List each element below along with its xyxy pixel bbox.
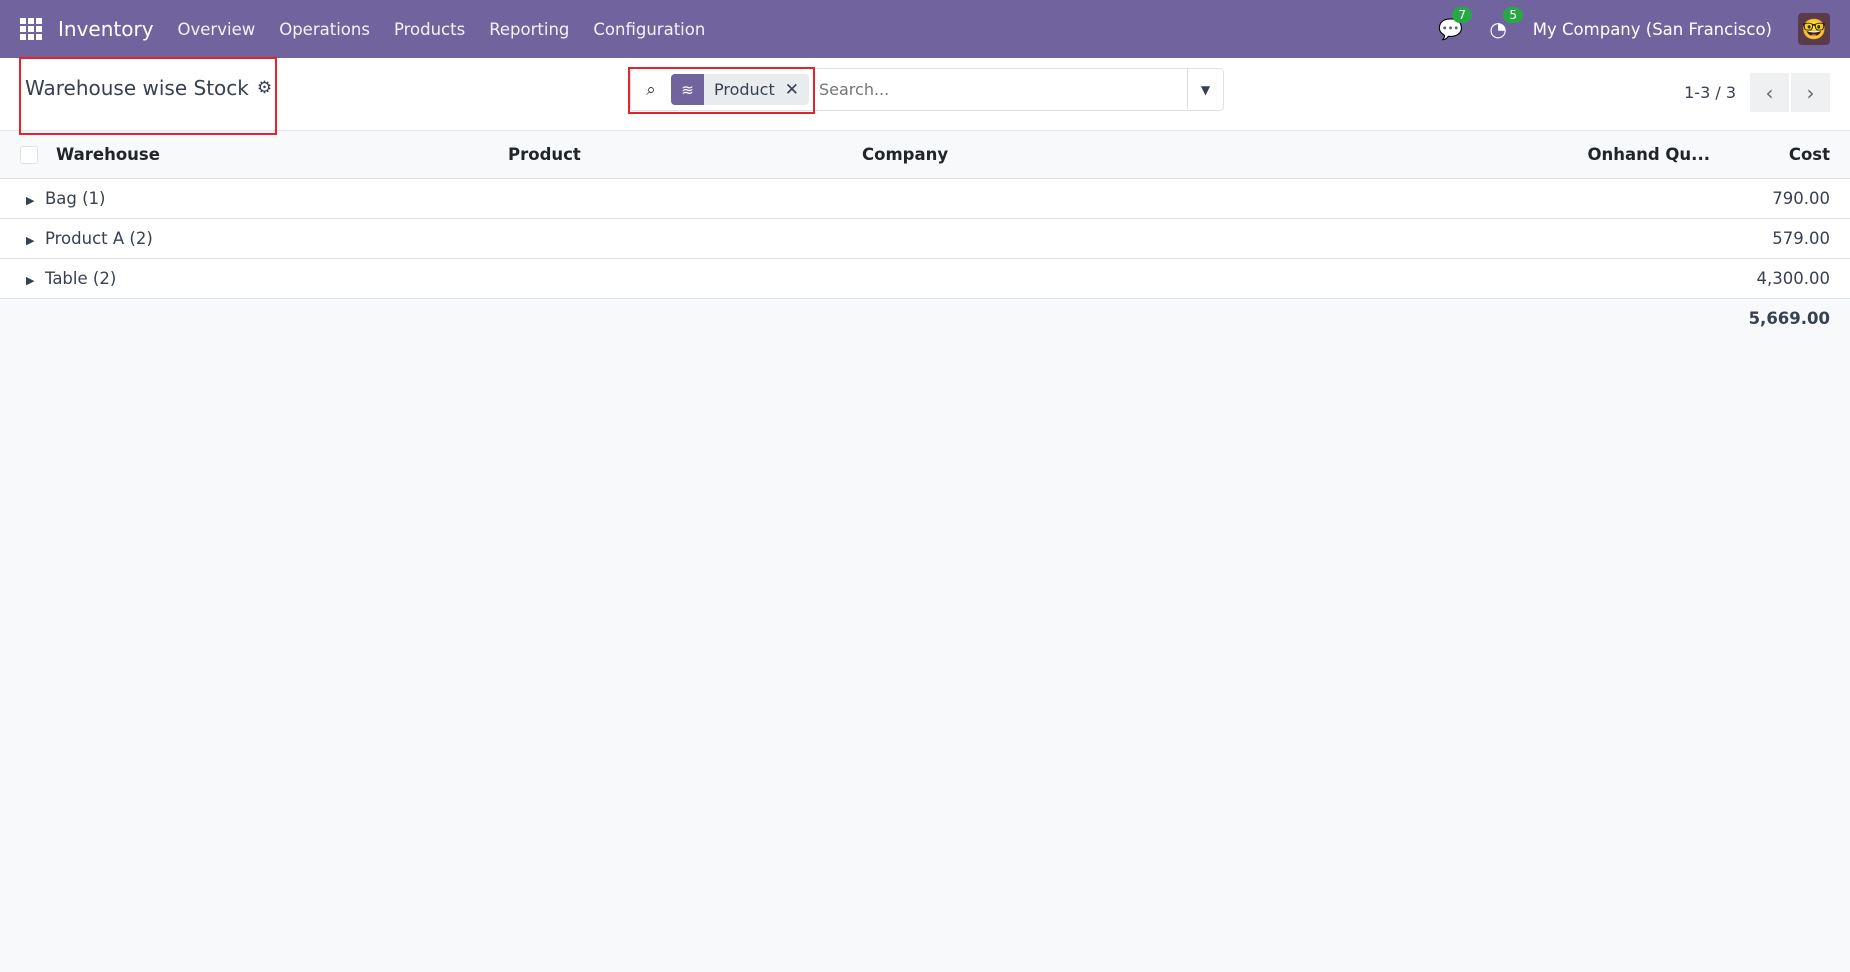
control-panel: Warehouse wise Stock ⚙ ⌕ ≋ Product ✕ ▼ 1…	[0, 58, 1850, 131]
messages-button[interactable]: 💬 7	[1438, 7, 1473, 41]
search-options-toggle[interactable]: ▼	[1187, 69, 1223, 110]
group-cost: 790.00	[1720, 178, 1850, 219]
pager-value[interactable]: 1-3 / 3	[1684, 83, 1736, 102]
menu-configuration[interactable]: Configuration	[593, 20, 705, 39]
group-label: Product A (2)	[44, 228, 153, 248]
menu-reporting[interactable]: Reporting	[489, 20, 569, 39]
col-onhand-qty[interactable]: Onhand Qu...	[1570, 131, 1720, 179]
search-input[interactable]	[809, 69, 1187, 110]
menu-products[interactable]: Products	[394, 20, 465, 39]
group-row[interactable]: ▶ Table (2) 4,300.00	[0, 258, 1850, 299]
pager-previous-button[interactable]: ‹	[1750, 73, 1789, 112]
select-all-checkbox[interactable]	[20, 146, 38, 164]
top-navbar: Inventory Overview Operations Products R…	[0, 0, 1850, 58]
group-row[interactable]: ▶ Bag (1) 790.00	[0, 178, 1850, 219]
group-label: Bag (1)	[44, 188, 106, 208]
col-company[interactable]: Company	[862, 131, 1570, 179]
highlight-facet	[628, 67, 815, 114]
caret-right-icon: ▶	[26, 233, 35, 247]
table-header: Warehouse Product Company Onhand Qu... C…	[0, 131, 1850, 179]
menu-operations[interactable]: Operations	[279, 20, 370, 39]
pager: 1-3 / 3 ‹ ›	[1684, 73, 1830, 112]
list-table: Warehouse Product Company Onhand Qu... C…	[0, 131, 1850, 338]
group-cost: 579.00	[1720, 218, 1850, 259]
caret-right-icon: ▶	[26, 273, 35, 287]
totals-row: 5,669.00	[0, 298, 1850, 338]
group-row[interactable]: ▶ Product A (2) 579.00	[0, 218, 1850, 259]
group-label: Table (2)	[44, 268, 117, 288]
col-product[interactable]: Product	[508, 131, 862, 179]
clock-icon: ◔	[1489, 17, 1507, 41]
total-cost: 5,669.00	[1720, 298, 1850, 338]
group-cost: 4,300.00	[1720, 258, 1850, 299]
messages-badge: 7	[1452, 7, 1473, 23]
pager-next-button[interactable]: ›	[1791, 73, 1830, 112]
app-name[interactable]: Inventory	[58, 17, 154, 41]
user-avatar[interactable]: 🤓	[1798, 13, 1830, 45]
apps-menu-icon[interactable]	[20, 18, 42, 40]
menu-overview[interactable]: Overview	[178, 20, 256, 39]
highlight-title	[19, 57, 277, 135]
activities-badge: 5	[1503, 7, 1523, 23]
caret-right-icon: ▶	[26, 193, 35, 207]
activities-button[interactable]: ◔ 5	[1489, 7, 1523, 41]
col-warehouse[interactable]: Warehouse	[56, 131, 508, 179]
col-cost[interactable]: Cost	[1720, 131, 1850, 179]
company-switcher[interactable]: My Company (San Francisco)	[1533, 20, 1772, 39]
